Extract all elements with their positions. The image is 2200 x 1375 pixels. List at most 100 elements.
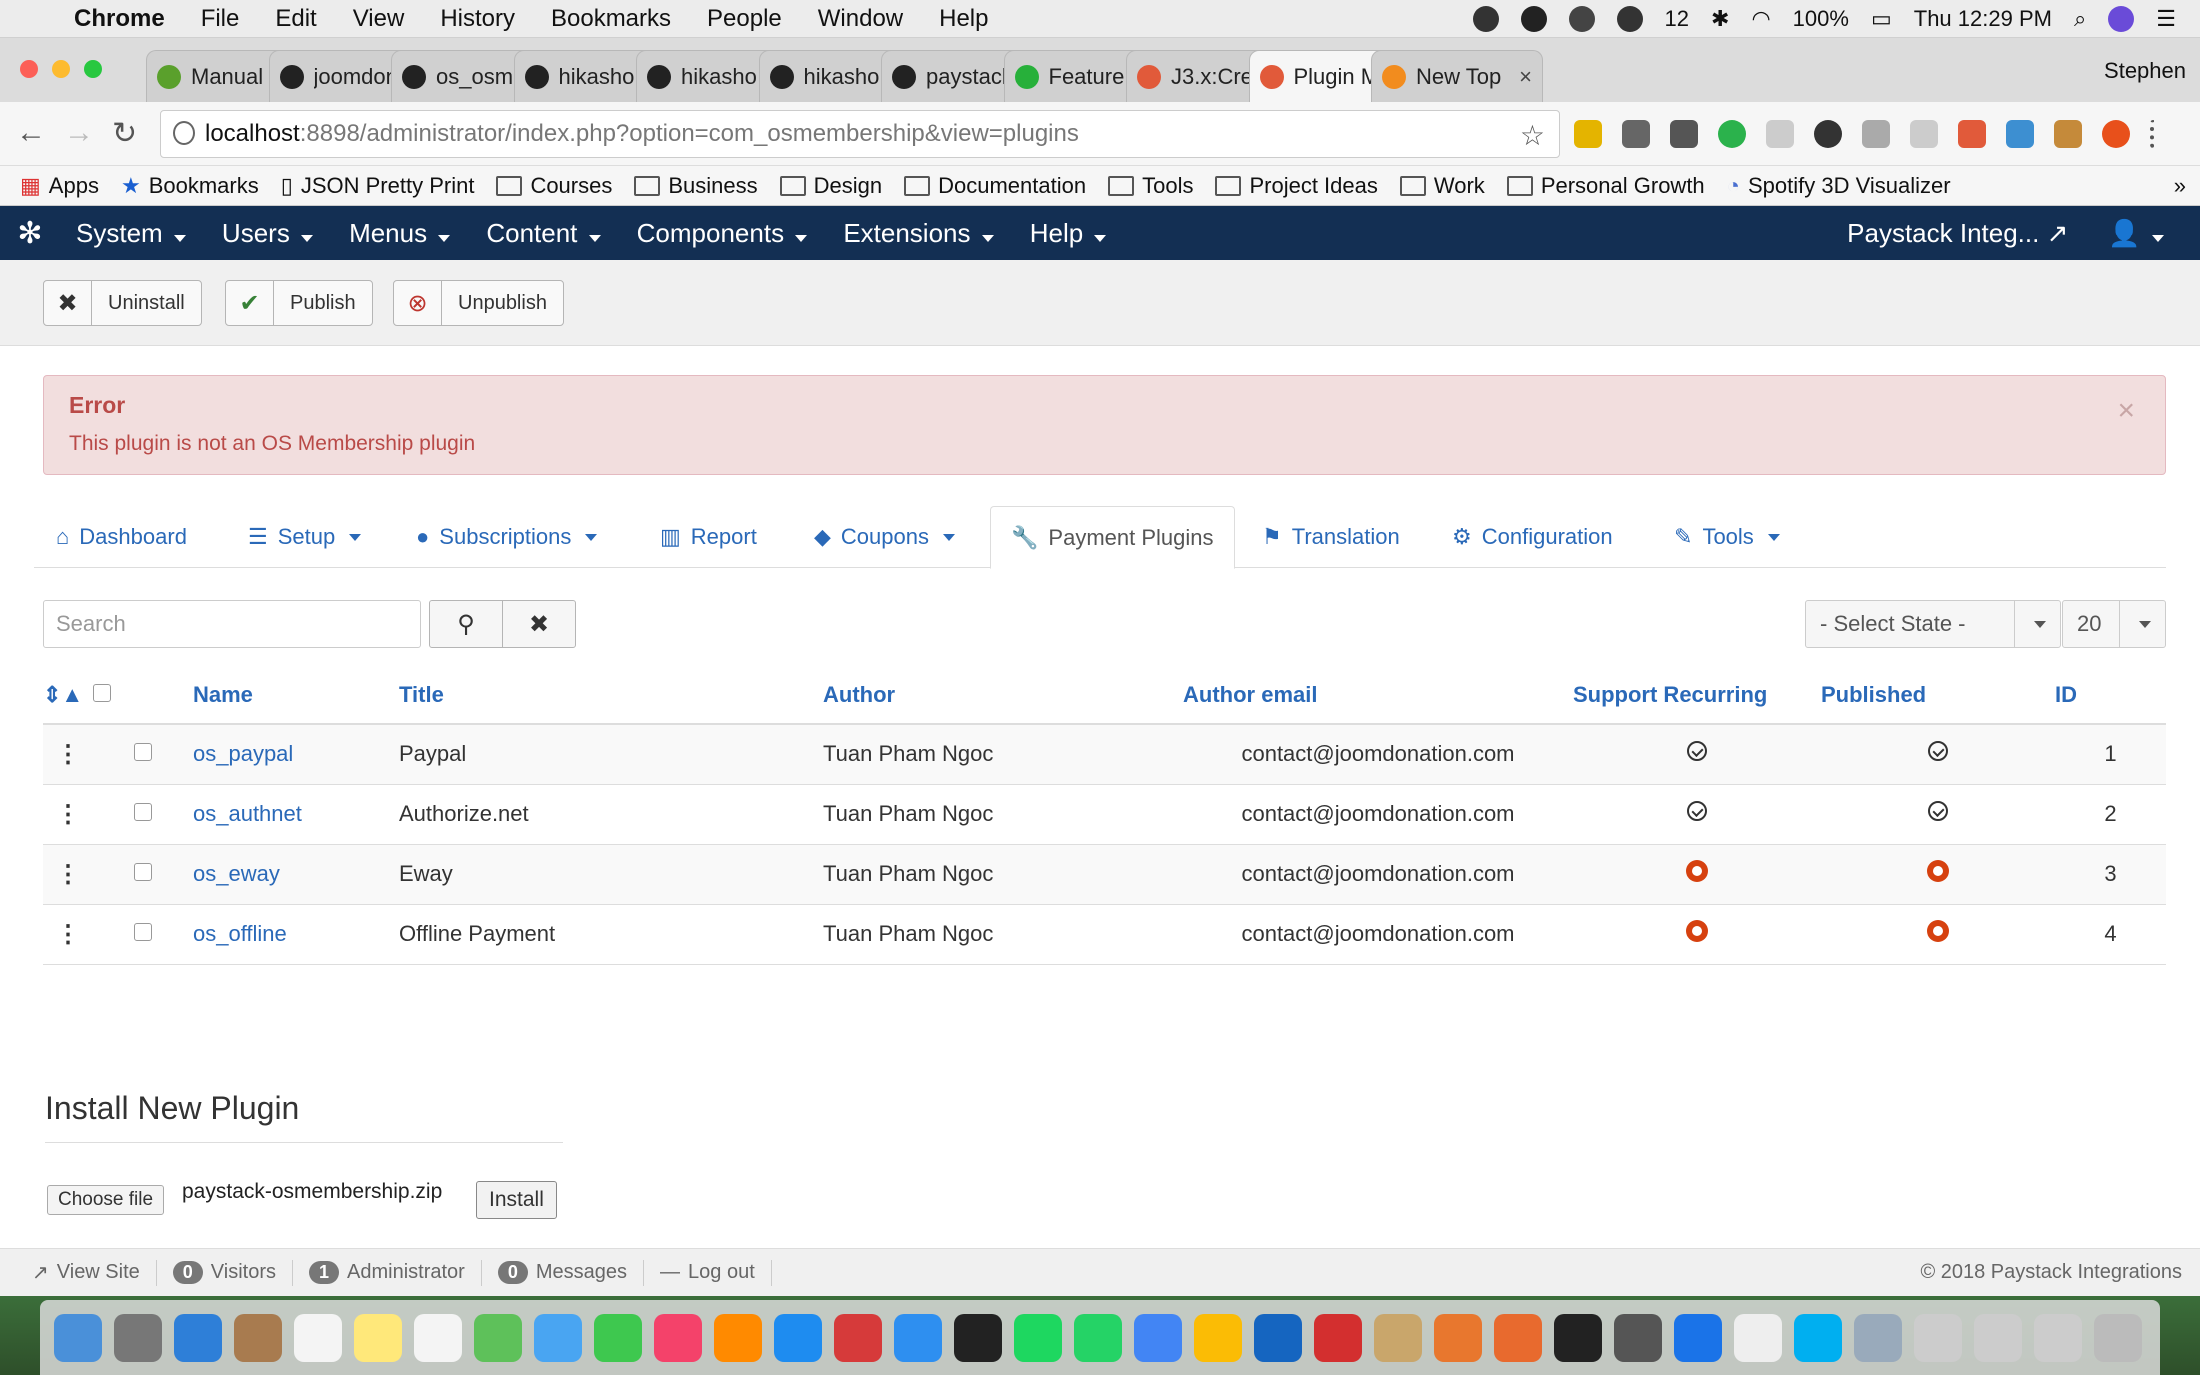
visitors-link[interactable]: 0 Visitors — [157, 1259, 294, 1286]
search-input[interactable] — [43, 600, 421, 648]
drag-handle-icon[interactable]: ⋮ — [56, 861, 80, 888]
menu-help[interactable]: Help — [921, 5, 1006, 33]
spotlight-search-icon[interactable]: ⌕ — [2074, 6, 2086, 32]
bluetooth-icon[interactable]: ✱ — [1711, 6, 1729, 32]
bookmark-courses[interactable]: Courses — [496, 173, 612, 199]
clear-search-button[interactable]: ✖ — [502, 600, 576, 648]
dock-app-icon[interactable] — [114, 1313, 162, 1362]
wifi-icon[interactable]: ◠ — [1751, 6, 1770, 32]
bookmark-project-ideas[interactable]: Project Ideas — [1215, 173, 1378, 199]
extension-icon[interactable] — [1622, 120, 1650, 148]
bookmark-spotify-3d-visualizer[interactable]: ◔ Spotify 3D Visualizer — [1727, 173, 1951, 199]
bookmark-business[interactable]: Business — [634, 173, 758, 199]
author-column-header[interactable]: Author — [823, 666, 1183, 725]
drag-handle-icon[interactable]: ⋮ — [56, 801, 80, 828]
dock-app-icon[interactable] — [174, 1313, 222, 1362]
title-column-header[interactable]: Title — [399, 666, 823, 725]
nav-components[interactable]: Components — [619, 218, 826, 249]
dock-app-icon[interactable] — [1854, 1313, 1902, 1362]
extension-icon[interactable] — [1910, 120, 1938, 148]
back-arrow-icon[interactable]: ← — [16, 116, 46, 150]
app-status-icon[interactable] — [1472, 5, 1499, 32]
bookmark-apps[interactable]: ▦ Apps — [20, 173, 99, 199]
notification-count[interactable]: 12 — [1665, 6, 1689, 32]
bookmark-documentation[interactable]: Documentation — [904, 173, 1086, 199]
dock-app-icon[interactable] — [654, 1313, 702, 1362]
row-checkbox[interactable] — [134, 743, 152, 762]
menu-view[interactable]: View — [335, 5, 423, 33]
plugin-name-link[interactable]: os_paypal — [193, 741, 293, 766]
tab-dashboard[interactable]: ⌂ Dashboard — [56, 506, 187, 568]
tab-configuration[interactable]: ⚙ Configuration — [1452, 506, 1613, 568]
tab-translation[interactable]: ⚑ Translation — [1262, 506, 1400, 568]
dock-app-icon[interactable] — [954, 1313, 1002, 1362]
drag-handle-icon[interactable]: ⋮ — [56, 741, 80, 768]
bookmark-json-pretty-print[interactable]: ▯ JSON Pretty Print — [281, 173, 475, 199]
notification-center-icon[interactable]: ☰ — [2156, 6, 2176, 32]
dock-app-icon[interactable] — [1254, 1313, 1302, 1362]
dock-app-icon[interactable] — [774, 1313, 822, 1362]
dock-app-icon[interactable] — [354, 1313, 402, 1362]
nav-content[interactable]: Content — [468, 218, 618, 249]
bookmark-work[interactable]: Work — [1399, 173, 1485, 199]
pocket-icon[interactable] — [1670, 120, 1698, 148]
author-email-column-header[interactable]: Author email — [1183, 666, 1573, 725]
dock-app-icon[interactable] — [1014, 1313, 1062, 1362]
dock-app-icon[interactable] — [2034, 1313, 2082, 1362]
menu-history[interactable]: History — [422, 5, 533, 33]
menu-window[interactable]: Window — [800, 5, 921, 33]
dock-app-icon[interactable] — [1434, 1313, 1482, 1362]
bookmark-design[interactable]: Design — [779, 173, 882, 199]
plugin-name-link[interactable]: os_eway — [193, 861, 280, 886]
row-checkbox[interactable] — [134, 923, 152, 941]
battery-percent[interactable]: 100% — [1793, 6, 1849, 32]
drag-handle-icon[interactable]: ⋮ — [56, 921, 80, 948]
nav-help[interactable]: Help — [1012, 218, 1125, 249]
info-icon[interactable] — [173, 121, 195, 145]
install-button[interactable]: Install — [476, 1181, 557, 1219]
skype-status-icon[interactable] — [1520, 5, 1547, 32]
nav-users[interactable]: Users — [204, 218, 331, 249]
published-icon[interactable] — [1928, 741, 1948, 762]
dock-app-icon[interactable] — [1494, 1313, 1542, 1362]
unpublished-icon[interactable] — [1927, 920, 1949, 942]
dock-app-icon[interactable] — [294, 1313, 342, 1362]
extension-icon[interactable] — [1574, 120, 1602, 148]
nav-menus[interactable]: Menus — [331, 218, 468, 249]
menu-people[interactable]: People — [689, 5, 800, 33]
dock-app-icon[interactable] — [2094, 1313, 2142, 1362]
menu-bookmarks[interactable]: Bookmarks — [533, 5, 689, 33]
menu-edit[interactable]: Edit — [257, 5, 334, 33]
close-alert-icon[interactable]: × — [2117, 394, 2135, 428]
publish-button[interactable]: ✔ Publish — [225, 280, 373, 326]
dock-app-icon[interactable] — [714, 1313, 762, 1362]
dock-app-icon[interactable] — [1314, 1313, 1362, 1362]
tab-payment-plugins[interactable]: 🔧 Payment Plugins — [990, 506, 1235, 569]
published-column-header[interactable]: Published — [1821, 666, 2055, 725]
close-tab-icon[interactable]: × — [1519, 64, 1532, 90]
dock-app-icon[interactable] — [894, 1313, 942, 1362]
tab-tools[interactable]: ✎ Tools — [1674, 506, 1780, 568]
unpublished-icon[interactable] — [1927, 860, 1949, 882]
published-icon[interactable] — [1928, 801, 1948, 821]
address-bar[interactable]: localhost:8898/administrator/index.php?o… — [160, 110, 1560, 158]
tab-report[interactable]: ▥ Report — [660, 506, 757, 568]
select-all-checkbox[interactable] — [93, 683, 111, 702]
extension-icon[interactable] — [2006, 120, 2034, 148]
extension-icon[interactable] — [1766, 120, 1794, 148]
camera-icon[interactable] — [1862, 120, 1890, 148]
list-limit-select[interactable]: 20 — [2062, 600, 2166, 648]
dropbox-status-icon[interactable] — [1568, 5, 1595, 32]
tab-setup[interactable]: ☰ Setup — [248, 506, 362, 568]
bookmarks-overflow-icon[interactable]: » — [2174, 173, 2200, 199]
logout-link[interactable]: — Log out — [644, 1259, 772, 1286]
zoom-window-button[interactable] — [84, 60, 102, 78]
extension-icon[interactable] — [2102, 120, 2130, 148]
battery-icon[interactable]: ▭ — [1871, 6, 1892, 32]
joomla-logo-icon[interactable]: ✻ — [2, 216, 58, 251]
ordering-sort-header[interactable]: ⇕▲ — [43, 666, 93, 725]
dock-app-icon[interactable] — [1614, 1313, 1662, 1362]
dock-app-icon[interactable] — [1914, 1313, 1962, 1362]
bookmark-tools[interactable]: Tools — [1108, 173, 1193, 199]
dock-app-icon[interactable] — [534, 1313, 582, 1362]
